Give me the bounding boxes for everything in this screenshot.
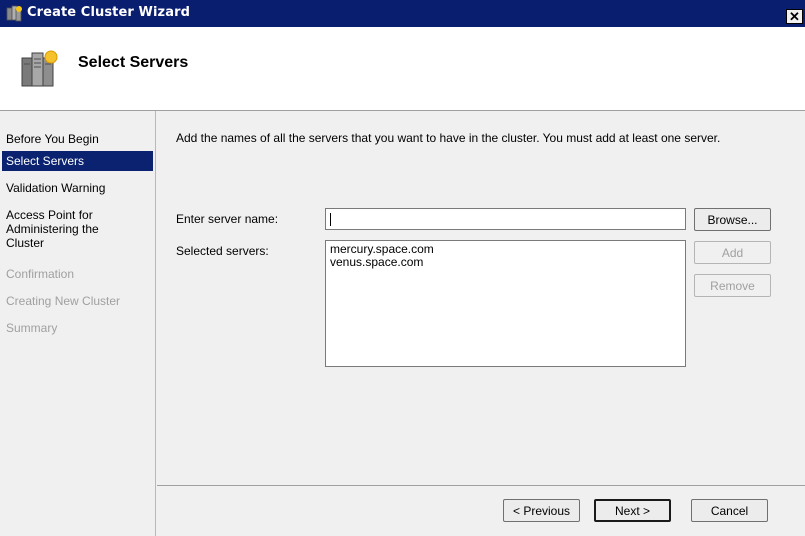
- server-name-input[interactable]: [325, 208, 686, 230]
- page-title: Select Servers: [78, 54, 189, 71]
- browse-button[interactable]: Browse...: [694, 208, 771, 231]
- close-button[interactable]: ✕: [786, 9, 803, 24]
- nav-step-confirmation: Confirmation: [6, 267, 75, 281]
- cancel-button[interactable]: Cancel: [691, 499, 768, 522]
- wizard-header: Select Servers: [0, 27, 805, 111]
- list-item[interactable]: venus.space.com: [330, 256, 681, 269]
- title-bar: Create Cluster Wizard ✕: [0, 0, 805, 27]
- nav-step-creating-new-cluster: Creating New Cluster: [6, 294, 121, 308]
- cluster-icon: [6, 5, 22, 22]
- selected-servers-label: Selected servers:: [176, 244, 269, 258]
- nav-step-access-point[interactable]: Access Point for Administering the Clust…: [2, 208, 122, 250]
- close-icon: ✕: [789, 9, 800, 24]
- wizard-body: Before You Begin Select Servers Validati…: [0, 111, 805, 536]
- wizard-steps-sidebar: Before You Begin Select Servers Validati…: [0, 111, 156, 536]
- text-caret: [330, 213, 331, 226]
- nav-step-select-servers[interactable]: Select Servers: [2, 151, 153, 171]
- nav-step-summary: Summary: [6, 321, 58, 335]
- remove-button[interactable]: Remove: [694, 274, 771, 297]
- nav-step-before-you-begin[interactable]: Before You Begin: [2, 132, 153, 146]
- create-cluster-wizard-window: Create Cluster Wizard ✕ Select Servers B…: [0, 0, 805, 536]
- nav-step-validation-warning[interactable]: Validation Warning: [2, 181, 153, 195]
- add-button[interactable]: Add: [694, 241, 771, 264]
- next-button[interactable]: Next >: [594, 499, 671, 522]
- server-name-label: Enter server name:: [176, 212, 279, 226]
- wizard-footer: < Previous Next > Cancel: [157, 485, 805, 536]
- selected-servers-list[interactable]: mercury.space.com venus.space.com: [325, 240, 686, 367]
- servers-icon: [21, 50, 58, 87]
- previous-button[interactable]: < Previous: [503, 499, 580, 522]
- wizard-content: Add the names of all the servers that yo…: [157, 111, 805, 485]
- instructions-text: Add the names of all the servers that yo…: [176, 131, 721, 145]
- window-title: Create Cluster Wizard: [27, 5, 191, 20]
